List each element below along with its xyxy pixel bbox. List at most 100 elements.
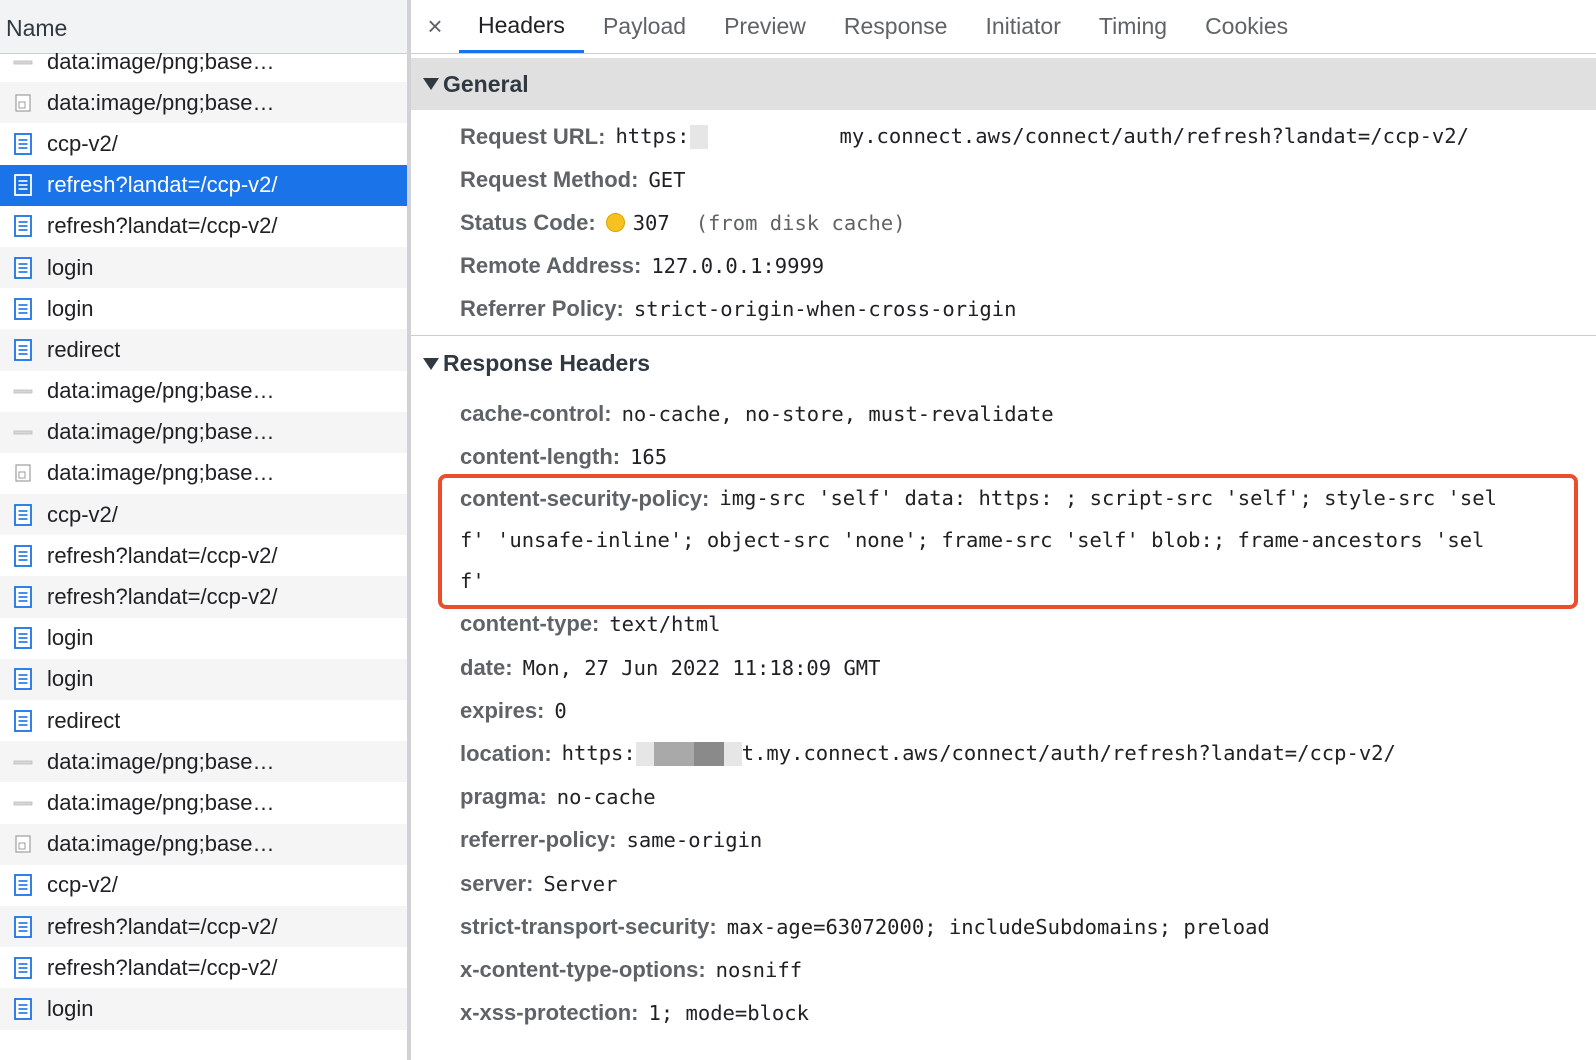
document-icon <box>13 709 33 732</box>
request-row[interactable]: ccp-v2/ <box>0 865 407 906</box>
document-icon <box>13 256 33 279</box>
referrer-policy-header-row: referrer-policy: same-origin <box>460 819 1596 862</box>
image-file-icon <box>13 462 33 484</box>
content-length-value: 165 <box>630 444 668 469</box>
pragma-row: pragma: no-cache <box>460 776 1596 819</box>
image-line-icon <box>13 751 33 773</box>
request-row[interactable]: data:image/png;base… <box>0 741 407 783</box>
request-row[interactable]: refresh?landat=/ccp-v2/ <box>0 535 407 576</box>
redaction-mark <box>689 125 708 150</box>
request-label: login <box>47 295 94 321</box>
status-note: (from disk cache) <box>695 210 906 235</box>
request-method-value: GET <box>648 167 686 192</box>
document-icon <box>13 544 33 567</box>
date-value: Mon, 27 Jun 2022 11:18:09 GMT <box>522 655 881 680</box>
document-icon <box>13 297 33 320</box>
image-file-icon <box>13 92 33 114</box>
request-url-value: https: my.connect.aws/connect/auth/refres… <box>615 124 1469 150</box>
content-length-row: content-length: 165 <box>460 435 1596 478</box>
request-row[interactable]: data:image/png;base… <box>0 823 407 865</box>
pragma-key: pragma: <box>460 784 547 810</box>
request-url-suffix: my.connect.aws/connect/auth/refresh?land… <box>839 124 1469 149</box>
request-label: data:image/png;base… <box>47 419 275 445</box>
triangle-down-icon <box>423 357 439 370</box>
request-row[interactable]: refresh?landat=/ccp-v2/ <box>0 905 407 948</box>
request-row[interactable]: login <box>0 288 407 329</box>
document-icon <box>13 874 33 897</box>
request-url-row: Request URL: https: my.connect.aws/connec… <box>460 115 1596 158</box>
request-list: data:image/png;base… data:image/png;base…… <box>0 41 407 1030</box>
request-label: ccp-v2/ <box>47 872 118 898</box>
request-row[interactable]: login <box>0 658 407 700</box>
request-row[interactable]: data:image/png;base… <box>0 411 407 453</box>
tab-timing[interactable]: Timing <box>1080 0 1186 53</box>
tab-response[interactable]: Response <box>825 0 967 53</box>
status-code-value: 307 <box>632 210 670 235</box>
request-label: data:image/png;base… <box>47 89 275 115</box>
close-icon[interactable]: × <box>411 0 459 53</box>
location-key: location: <box>460 740 552 766</box>
csp-line-2: f' 'unsafe-inline'; object-src 'none'; f… <box>460 527 1485 552</box>
document-icon <box>13 174 33 197</box>
request-list-panel: Name data:image/png;base… data:image/png;… <box>0 0 407 1060</box>
redaction-mark <box>707 125 840 150</box>
referrer-policy-value: strict-origin-when-cross-origin <box>633 297 1017 322</box>
request-row[interactable]: data:image/png;base… <box>0 371 407 412</box>
section-divider <box>411 334 1596 336</box>
document-icon <box>13 998 33 1020</box>
image-file-icon <box>13 833 33 855</box>
cache-control-value: no-cache, no-store, must-revalidate <box>621 401 1054 426</box>
request-row[interactable]: data:image/png;base… <box>0 82 407 124</box>
date-key: date: <box>460 654 513 680</box>
hsts-key: strict-transport-security: <box>460 913 717 939</box>
remote-address-row: Remote Address: 127.0.0.1:9999 <box>460 245 1596 288</box>
request-row[interactable]: ccp-v2/ <box>0 494 407 536</box>
x-content-type-options-key: x-content-type-options: <box>460 956 706 982</box>
request-row[interactable]: ccp-v2/ <box>0 123 407 164</box>
request-row[interactable]: redirect <box>0 329 407 371</box>
redaction-mark <box>693 742 724 767</box>
request-row[interactable]: refresh?landat=/ccp-v2/ <box>0 947 407 988</box>
status-code-row: Status Code: 307 (from disk cache) <box>460 201 1596 244</box>
tab-cookies[interactable]: Cookies <box>1186 0 1307 53</box>
status-dot-icon <box>605 213 625 233</box>
request-label: refresh?landat=/ccp-v2/ <box>47 584 278 610</box>
content-length-key: content-length: <box>460 443 621 469</box>
request-url-prefix: https: <box>615 124 690 149</box>
response-headers-section-toggle[interactable]: Response Headers <box>411 338 1596 390</box>
request-row[interactable]: login <box>0 246 407 289</box>
request-label: redirect <box>47 707 121 733</box>
tab-payload[interactable]: Payload <box>584 0 705 53</box>
referrer-policy-header-key: referrer-policy: <box>460 827 617 853</box>
request-row[interactable]: login <box>0 618 407 659</box>
request-row[interactable]: data:image/png;base… <box>0 453 407 494</box>
request-row[interactable]: refresh?landat=/ccp-v2/ <box>0 206 407 247</box>
content-type-row: content-type: text/html <box>460 603 1596 646</box>
image-line-icon <box>13 380 33 402</box>
expires-key: expires: <box>460 697 545 723</box>
request-label: ccp-v2/ <box>47 501 118 527</box>
request-label: login <box>47 625 94 651</box>
request-label: refresh?landat=/ccp-v2/ <box>47 172 278 198</box>
request-row[interactable]: refresh?landat=/ccp-v2/ <box>0 164 407 206</box>
tab-initiator[interactable]: Initiator <box>966 0 1079 53</box>
remote-address-value: 127.0.0.1:9999 <box>651 254 825 279</box>
request-row[interactable]: redirect <box>0 700 407 741</box>
document-icon <box>13 586 33 608</box>
document-icon <box>13 503 33 526</box>
request-label: refresh?landat=/ccp-v2/ <box>47 954 278 980</box>
request-row[interactable]: login <box>0 988 407 1030</box>
csp-key: content-security-policy: <box>460 486 710 512</box>
cache-control-row: cache-control: no-cache, no-store, must-… <box>460 392 1596 435</box>
request-row[interactable]: refresh?landat=/ccp-v2/ <box>0 576 407 618</box>
x-xss-protection-value: 1; mode=block <box>648 1001 809 1026</box>
tab-preview[interactable]: Preview <box>705 0 825 53</box>
document-icon <box>13 215 33 238</box>
general-section-toggle[interactable]: General <box>411 58 1596 110</box>
request-label: refresh?landat=/ccp-v2/ <box>47 542 278 568</box>
request-row[interactable]: data:image/png;base… <box>0 782 407 823</box>
referrer-policy-row: Referrer Policy: strict-origin-when-cros… <box>460 288 1596 331</box>
tab-headers[interactable]: Headers <box>459 0 584 53</box>
server-row: server: Server <box>460 862 1596 905</box>
document-icon <box>13 133 33 155</box>
